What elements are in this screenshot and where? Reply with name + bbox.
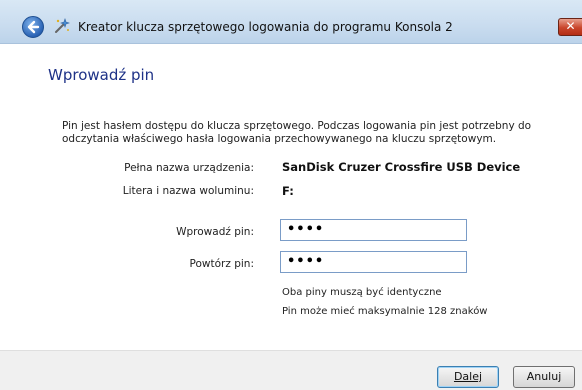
title-bar: Kreator klucza sprzętowego logowania do … xyxy=(0,0,582,44)
cancel-button-label: Anuluj xyxy=(526,370,562,383)
button-bar: Dalej Anuluj xyxy=(0,350,582,390)
device-name-label: Pełna nazwa urządzenia: xyxy=(124,162,254,174)
back-arrow-icon[interactable] xyxy=(22,16,44,38)
pin-match-note: Oba piny muszą być identyczne xyxy=(282,287,442,298)
cancel-button[interactable]: Anuluj xyxy=(513,366,575,388)
device-name-value: SanDisk Cruzer Crossfire USB Device xyxy=(282,160,521,174)
enter-pin-label: Wprowadź pin: xyxy=(176,226,254,238)
close-icon[interactable]: ✕ xyxy=(558,18,582,36)
page-description: Pin jest hasłem dostępu do klucza sprzęt… xyxy=(62,120,532,145)
volume-value: F: xyxy=(282,184,294,198)
enter-pin-field[interactable]: •••• xyxy=(280,219,467,241)
wizard-icon xyxy=(53,17,71,35)
volume-label: Litera i nazwa woluminu: xyxy=(122,185,254,197)
next-button-label: Dalej xyxy=(453,370,483,383)
page-title: Wprowadź pin xyxy=(48,66,155,84)
window-title: Kreator klucza sprzętowego logowania do … xyxy=(78,20,453,34)
repeat-pin-label: Powtórz pin: xyxy=(189,258,254,270)
back-arrow-glyph xyxy=(27,20,40,34)
next-button[interactable]: Dalej xyxy=(437,366,499,388)
repeat-pin-field[interactable]: •••• xyxy=(280,251,467,273)
pin-max-note: Pin może mieć maksymalnie 128 znaków xyxy=(282,306,488,317)
